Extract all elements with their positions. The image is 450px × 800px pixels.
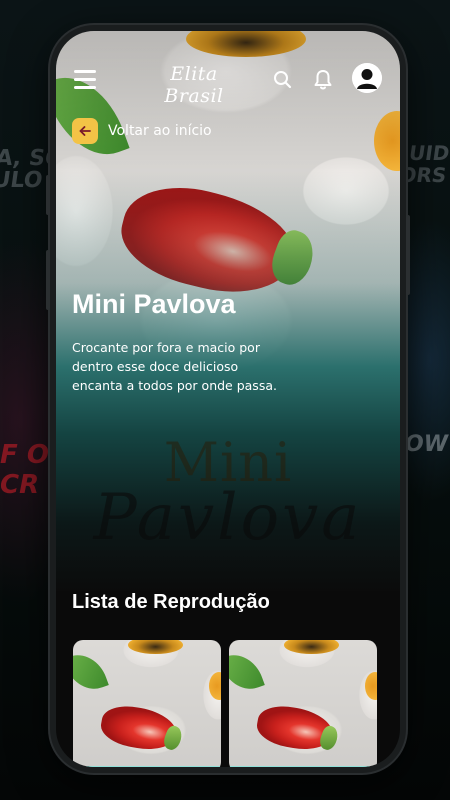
- watermark-title-line2: Pavlova: [93, 481, 363, 555]
- top-bar: Elita Brasil: [56, 61, 400, 107]
- arrow-left-icon[interactable]: [72, 118, 98, 144]
- bell-icon[interactable]: [310, 67, 336, 93]
- playlist-title: Lista de Reprodução: [72, 591, 270, 613]
- user-avatar-icon[interactable]: [352, 63, 382, 93]
- menu-icon[interactable]: [74, 69, 96, 89]
- brand-logo[interactable]: Elita Brasil: [144, 63, 244, 107]
- back-label: Voltar ao início: [108, 123, 212, 139]
- playlist-item[interactable]: [73, 640, 221, 767]
- phone-button: [46, 250, 50, 310]
- back-to-home-link[interactable]: Voltar ao início: [72, 118, 212, 144]
- phone-frame: Mini Pavlova Elita Brasil Voltar ao iníc…: [46, 25, 410, 773]
- page-title: Mini Pavlova: [72, 289, 236, 319]
- playlist-item[interactable]: [229, 640, 377, 767]
- page-description: Crocante por fora e macio por dentro ess…: [72, 340, 277, 393]
- phone-screen: Mini Pavlova Elita Brasil Voltar ao iníc…: [56, 31, 400, 767]
- phone-button: [406, 215, 410, 295]
- background-blur-text-right-2: OW: [405, 432, 448, 457]
- search-icon[interactable]: [270, 67, 296, 93]
- phone-button: [46, 175, 50, 215]
